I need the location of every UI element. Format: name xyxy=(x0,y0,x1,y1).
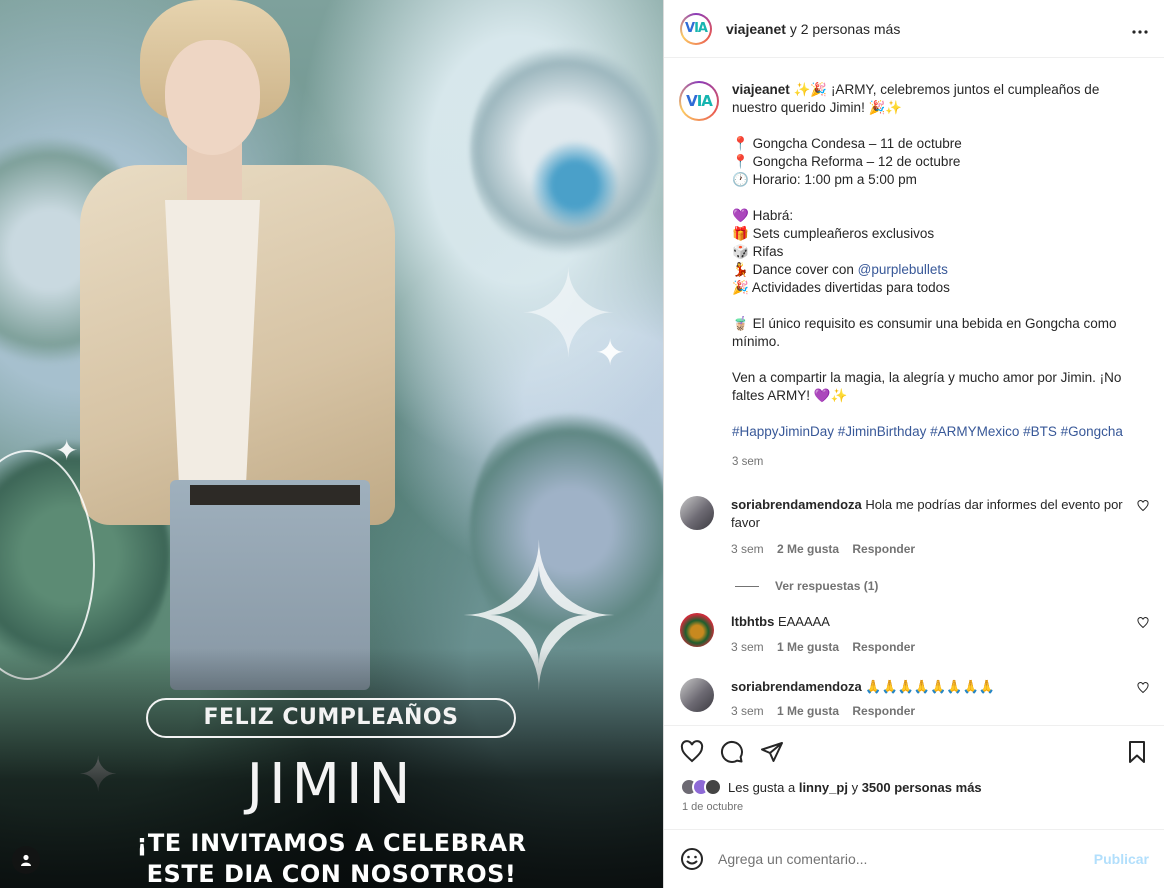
reply-button[interactable]: Responder xyxy=(852,640,915,654)
liker-username[interactable]: linny_pj xyxy=(799,780,848,795)
commenter-username[interactable]: soriabrendamendoza xyxy=(731,679,862,694)
commenter-avatar[interactable] xyxy=(680,613,714,647)
commenter-username[interactable]: ltbhtbs xyxy=(731,614,774,629)
dice-icon: 🎲 xyxy=(732,244,749,259)
comment-text: 🙏🙏🙏🙏🙏🙏🙏🙏 xyxy=(861,679,995,694)
comment-meta: 3 sem 2 Me gusta Responder xyxy=(731,540,1131,558)
caption-username[interactable]: viajeanet xyxy=(732,82,790,97)
post-actions: Les gusta a linny_pj y 3500 personas más… xyxy=(664,725,1164,829)
foliage-decoration xyxy=(530,140,620,230)
activity-item: Sets cumpleañeros exclusivos xyxy=(748,226,935,241)
requirement-text: El único requisito es consumir una bebid… xyxy=(732,316,1117,349)
comment-meta: 3 sem 1 Me gusta Responder xyxy=(731,702,1131,720)
comment-likes[interactable]: 1 Me gusta xyxy=(777,704,839,718)
invite-line-1: ¡TE INVITAMOS A CELEBRAR xyxy=(136,829,527,857)
purple-heart-icon: 💜 xyxy=(732,208,749,223)
caption-emojis: 🎉✨ xyxy=(868,100,903,115)
coauthors-text[interactable]: y 2 personas más xyxy=(786,21,901,37)
comment-time: 3 sem xyxy=(731,640,764,654)
reply-button[interactable]: Responder xyxy=(852,542,915,556)
like-heart-icon[interactable] xyxy=(680,740,704,764)
publish-button[interactable]: Publicar xyxy=(1094,851,1149,867)
more-options-icon[interactable] xyxy=(1132,18,1148,39)
emoji-icon[interactable] xyxy=(680,847,704,871)
gift-icon: 🎁 xyxy=(732,226,749,241)
comment-item: soriabrendamendoza 🙏🙏🙏🙏🙏🙏🙏🙏 3 sem 1 Me g… xyxy=(664,678,1164,720)
clock-icon: 🕐 xyxy=(732,172,749,187)
view-replies-label: Ver respuestas (1) xyxy=(775,579,879,593)
closing-emojis: 💜✨ xyxy=(813,388,848,403)
comment-time: 3 sem xyxy=(731,542,764,556)
commenter-username[interactable]: soriabrendamendoza xyxy=(731,497,862,512)
comment-input[interactable] xyxy=(718,851,1094,867)
comment-item: ltbhtbs EAAAAA 3 sem 1 Me gusta Responde… xyxy=(664,613,1164,656)
post-header: VIA viajeanet y 2 personas más xyxy=(664,0,1164,58)
via-logo: VIA xyxy=(685,21,708,36)
invite-line-2: ESTE DIA CON NOSOTROS! xyxy=(146,860,517,888)
activity-item: Actividades divertidas para todos xyxy=(748,280,950,295)
likes-summary: Les gusta a linny_pj y 3500 personas más xyxy=(664,764,1164,796)
birthday-pill-label: FELIZ CUMPLEAÑOS xyxy=(146,698,516,738)
bubble-tea-icon: 🧋 xyxy=(732,316,749,331)
hashtags-link[interactable]: #HappyJiminDay #JiminBirthday #ARMYMexic… xyxy=(732,424,1123,439)
post-details-panel: VIA viajeanet y 2 personas más VIA viaje… xyxy=(663,0,1164,888)
comment-heart-icon[interactable] xyxy=(1137,682,1149,694)
location-2: Gongcha Reforma – 12 de octubre xyxy=(748,154,961,169)
commenter-avatar[interactable] xyxy=(680,496,714,530)
caption-time: 3 sem xyxy=(732,456,764,468)
likes-text: Les gusta a linny_pj y 3500 personas más xyxy=(728,779,982,795)
activity-item: Dance cover con xyxy=(748,262,858,277)
bookmark-icon[interactable] xyxy=(1125,740,1149,764)
closing-text: Ven a compartir la magia, la alegría y m… xyxy=(732,370,1122,403)
post-caption: VIA viajeanet ✨🎉 ¡ARMY, celebremos junto… xyxy=(664,59,1164,471)
comment-meta: 3 sem 1 Me gusta Responder xyxy=(731,638,1131,656)
comment-icon[interactable] xyxy=(720,740,744,764)
caption-author-avatar[interactable]: VIA xyxy=(679,81,719,121)
via-logo: VIA xyxy=(686,92,713,110)
comment-heart-icon[interactable] xyxy=(1137,617,1149,629)
likes-count[interactable]: 3500 personas más xyxy=(862,780,982,795)
dancer-icon: 💃 xyxy=(732,262,749,277)
pin-icon: 📍 xyxy=(732,136,749,151)
liker-avatar xyxy=(704,778,722,796)
comment-time: 3 sem xyxy=(731,704,764,718)
person-photo xyxy=(80,0,400,690)
comment-likes[interactable]: 1 Me gusta xyxy=(777,640,839,654)
invite-text: ¡TE INVITAMOS A CELEBRAR ESTE DIA CON NO… xyxy=(0,828,663,888)
post-media-image[interactable]: ✦ ✦ ✧ ✦ ✦ FELIZ CUMPLEAÑOS JIMIN ¡TE INV… xyxy=(0,0,663,888)
comments-scroll-area[interactable]: VIA viajeanet ✨🎉 ¡ARMY, celebremos junto… xyxy=(664,59,1164,725)
author-username[interactable]: viajeanet xyxy=(726,21,786,37)
comment-heart-icon[interactable] xyxy=(1137,500,1149,512)
view-replies-button[interactable]: Ver respuestas (1) xyxy=(735,579,1164,593)
user-icon xyxy=(21,854,31,866)
reply-button[interactable]: Responder xyxy=(852,704,915,718)
comment-likes[interactable]: 2 Me gusta xyxy=(777,542,839,556)
post-date: 1 de octubre xyxy=(682,801,744,813)
author-names: viajeanet y 2 personas más xyxy=(726,21,900,37)
share-icon[interactable] xyxy=(760,740,784,764)
mention-link[interactable]: @purplebullets xyxy=(858,262,948,277)
party-icon: 🎉 xyxy=(732,280,749,295)
author-avatar[interactable]: VIA xyxy=(680,12,712,45)
schedule: Horario: 1:00 pm a 5:00 pm xyxy=(748,172,917,187)
comment-item: soriabrendamendoza Hola me podrías dar i… xyxy=(664,496,1164,558)
activity-item: Rifas xyxy=(748,244,784,259)
pin-icon: 📍 xyxy=(732,154,749,169)
sparkle-icon: ✦ xyxy=(55,435,79,466)
add-comment-bar: Publicar xyxy=(664,829,1164,888)
commenter-avatar[interactable] xyxy=(680,678,714,712)
comment-text: EAAAAA xyxy=(774,614,830,629)
location-1: Gongcha Condesa – 11 de octubre xyxy=(748,136,962,151)
tagged-users-button[interactable] xyxy=(12,846,40,874)
sparkle-icon: ✦ xyxy=(595,332,626,373)
caption-emojis: ✨🎉 xyxy=(793,82,828,97)
habra-heading: Habrá: xyxy=(748,208,794,223)
name-title: JIMIN xyxy=(246,752,417,817)
